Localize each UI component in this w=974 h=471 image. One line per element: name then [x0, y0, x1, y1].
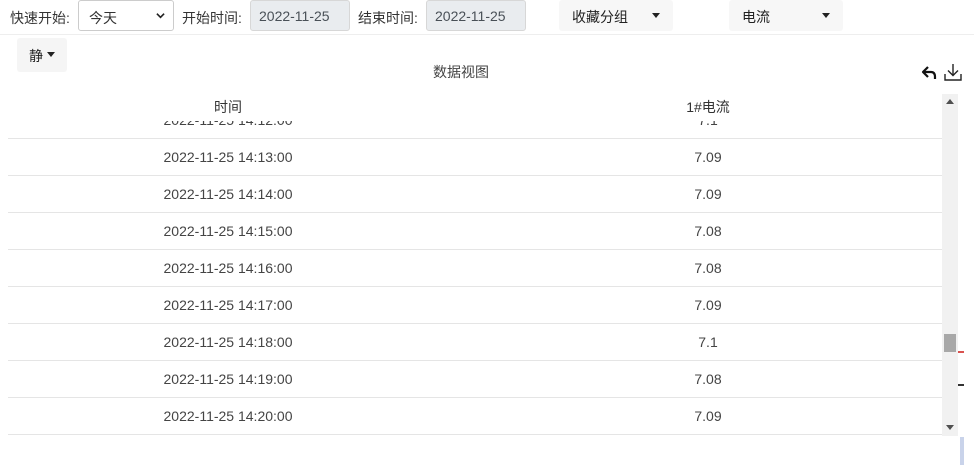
favorites-group-dropdown[interactable]: 收藏分组: [559, 0, 673, 31]
favorites-group-label: 收藏分组: [572, 9, 628, 25]
table-row: 2022-11-25 14:16:00 7.08: [8, 250, 942, 287]
start-time-label: 开始时间:: [182, 10, 242, 26]
table-header: 时间 1#电流: [8, 89, 942, 121]
quick-start-select[interactable]: 今天: [78, 0, 174, 31]
time-cell: 2022-11-25 14:17:00: [163, 297, 293, 313]
table-row: 2022-11-25 14:14:00 7.09: [8, 176, 942, 213]
time-cell: 2022-11-25 14:14:00: [163, 186, 293, 202]
caret-down-icon: [47, 52, 55, 57]
current-cell: 7.08: [694, 260, 722, 276]
filter-toolbar: 快速开始: 今天 开始时间: 2022-11-25 结束时间: 2022-11-…: [0, 0, 974, 35]
scroll-down-arrow-icon[interactable]: [946, 425, 954, 430]
current-cell: 7.08: [694, 223, 722, 239]
time-cell: 2022-11-25 14:18:00: [163, 334, 293, 350]
current-column-header: 1#电流: [686, 99, 730, 115]
data-table: 2022-11-25 14:12:00 7.1 2022-11-25 14:13…: [8, 89, 942, 437]
table-row: 2022-11-25 14:15:00 7.08: [8, 213, 942, 250]
table-row: 2022-11-25 14:17:00 7.09: [8, 287, 942, 324]
table-row: 2022-11-25 14:20:00 7.09: [8, 398, 942, 435]
time-cell: 2022-11-25 14:20:00: [163, 408, 293, 424]
caret-down-icon: [652, 13, 660, 18]
download-icon[interactable]: [943, 62, 963, 82]
time-cell: 2022-11-25 14:13:00: [163, 149, 293, 165]
time-column-header: 时间: [214, 99, 242, 115]
table-row: 2022-11-25 14:13:00 7.09: [8, 139, 942, 176]
table-scrollbar[interactable]: [942, 94, 958, 436]
table-row: 2022-11-25 14:19:00 7.08: [8, 361, 942, 398]
current-cell: 7.09: [694, 297, 722, 313]
start-date-input[interactable]: 2022-11-25: [250, 0, 350, 31]
caret-down-icon: [822, 13, 830, 18]
quick-start-label: 快速开始:: [10, 10, 70, 26]
scrollbar-thumb[interactable]: [944, 334, 956, 352]
metric-dropdown[interactable]: 电流: [729, 0, 843, 31]
undo-icon[interactable]: [920, 62, 940, 82]
edge-marker: [958, 384, 964, 386]
table-body: 2022-11-25 14:12:00 7.1 2022-11-25 14:13…: [8, 102, 942, 435]
data-view-title: 数据视图: [433, 64, 489, 80]
time-cell: 2022-11-25 14:19:00: [163, 371, 293, 387]
chevron-down-icon: [156, 13, 165, 19]
end-date-input[interactable]: 2022-11-25: [426, 0, 526, 31]
current-cell: 7.09: [694, 149, 722, 165]
current-cell: 7.09: [694, 408, 722, 424]
current-cell: 7.08: [694, 371, 722, 387]
edge-marker: [958, 351, 964, 353]
current-cell: 7.1: [698, 334, 718, 350]
time-cell: 2022-11-25 14:16:00: [163, 260, 293, 276]
end-time-label: 结束时间:: [358, 10, 418, 26]
current-cell: 7.09: [694, 186, 722, 202]
edge-marker: [960, 437, 964, 465]
table-row: 2022-11-25 14:18:00 7.1: [8, 324, 942, 361]
scroll-up-arrow-icon[interactable]: [946, 99, 954, 104]
metric-label: 电流: [742, 9, 770, 25]
time-cell: 2022-11-25 14:15:00: [163, 223, 293, 239]
quick-start-value: 今天: [89, 10, 117, 26]
